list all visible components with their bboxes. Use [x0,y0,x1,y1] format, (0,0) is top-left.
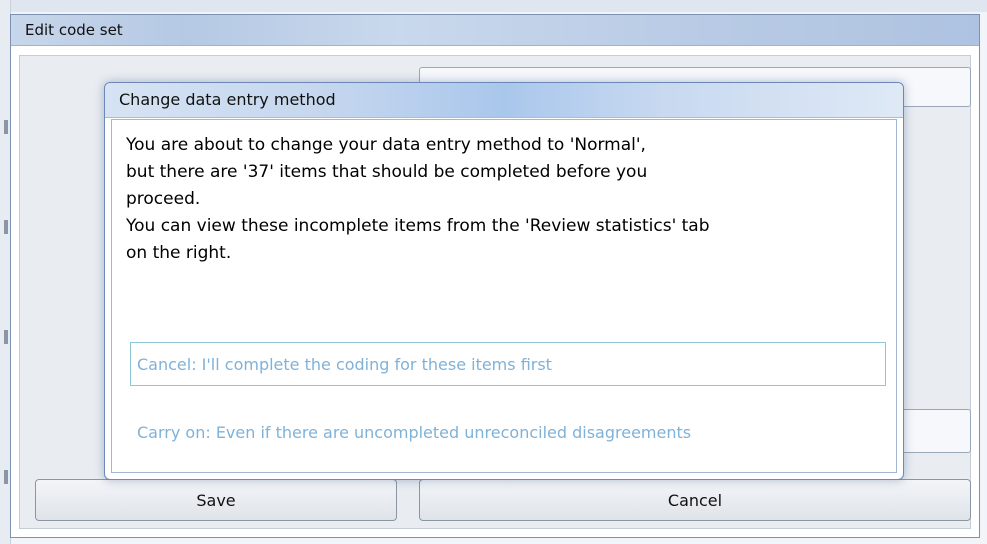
cancel-option-button[interactable]: Cancel: I'll complete the coding for the… [130,342,886,386]
background-tick [4,330,8,344]
background-app-strip [0,0,987,12]
background-tick [4,220,8,234]
background-tick [4,470,8,484]
change-data-entry-method-dialog: Change data entry method You are about t… [104,82,904,480]
message-line: You are about to change your data entry … [126,135,646,155]
message-line: on the right. [126,243,232,263]
change-data-entry-title: Change data entry method [119,90,336,109]
cancel-button[interactable]: Cancel [419,479,971,521]
screen: Edit code set Save Cancel Change data en… [0,0,987,544]
save-button[interactable]: Save [35,479,397,521]
edit-code-set-titlebar: Edit code set [11,15,979,46]
message-line: You can view these incomplete items from… [126,216,710,236]
background-tick [4,120,8,134]
edit-code-set-title: Edit code set [25,21,123,39]
change-data-entry-titlebar: Change data entry method [105,83,903,118]
message-line: proceed. [126,189,201,209]
carry-on-option-button[interactable]: Carry on: Even if there are uncompleted … [130,410,886,454]
message-line: but there are '37' items that should be … [126,162,648,182]
change-data-entry-body: You are about to change your data entry … [111,119,897,473]
warning-message: You are about to change your data entry … [126,132,886,267]
